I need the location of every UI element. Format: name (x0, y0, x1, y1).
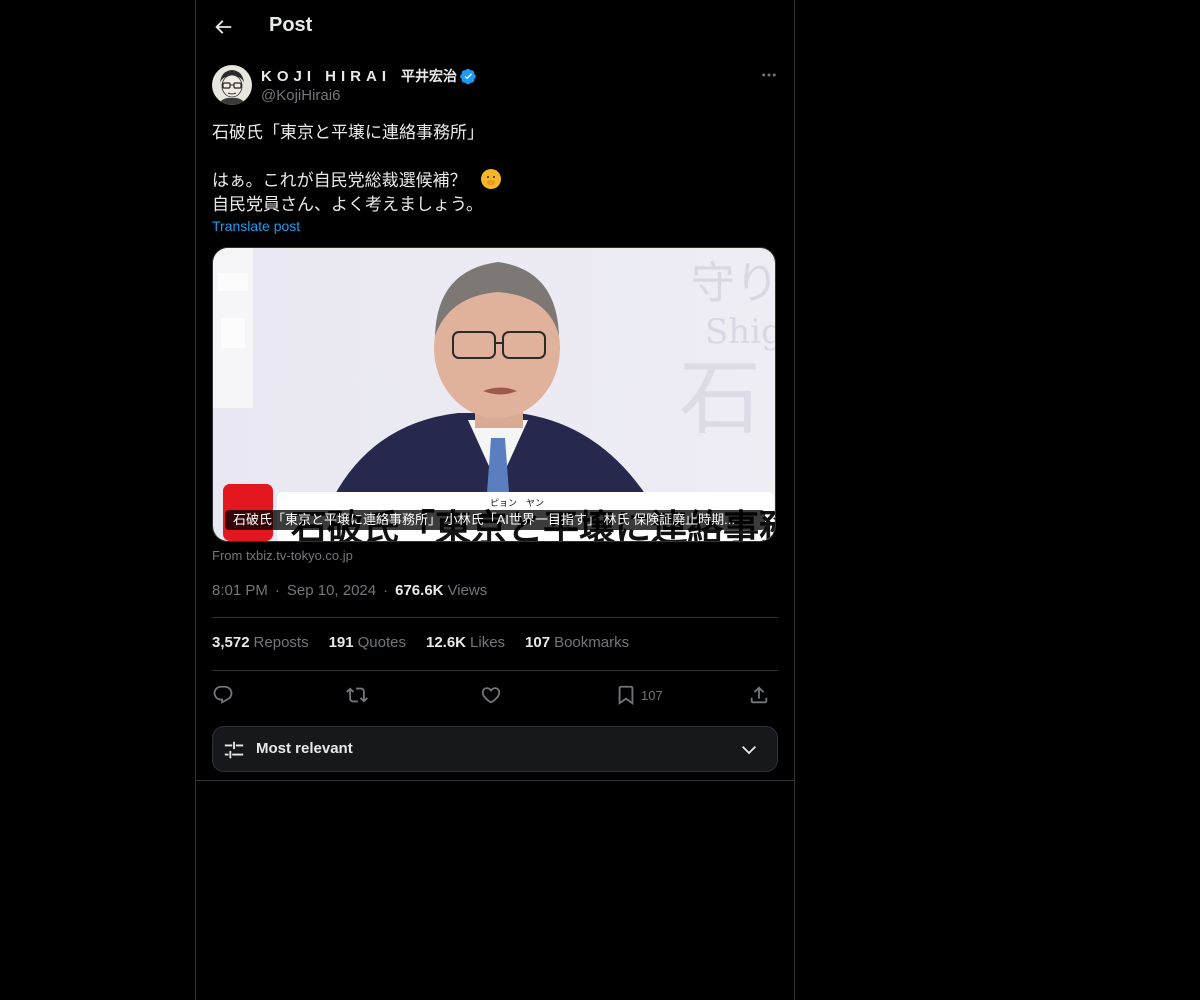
post-line: はぁ。これが自民党総裁選候補？ (212, 169, 772, 193)
meta-separator: · (274, 582, 280, 599)
post-date[interactable]: Sep 10, 2024 (287, 582, 376, 599)
author-display-name-jp[interactable]: 平井宏治 (401, 66, 457, 86)
svg-text:石: 石 (679, 351, 761, 446)
repost-button[interactable] (346, 684, 368, 706)
post-header: Post (196, 0, 794, 54)
post-line: 自民党員さん、よく考えましょう。 (212, 195, 483, 214)
back-arrow-icon[interactable] (212, 16, 234, 38)
reply-icon (213, 685, 233, 704)
stat-bookmarks[interactable]: 107 Bookmarks (525, 634, 629, 651)
meta-separator: · (383, 582, 389, 599)
repost-icon (346, 687, 368, 703)
post-meta: 8:01 PM · Sep 10, 2024 · 676.6K Views (212, 582, 487, 599)
main-column: Post KOJI HIRAI 平井宏治 @KojiHirai6 石破氏「東京と… (195, 0, 795, 1000)
share-icon (750, 686, 768, 704)
media-card[interactable]: 守り Shig 石 石破氏「東京と平壌に連絡事務所」 ピョン ヤン 石破氏「東京… (212, 247, 776, 542)
stat-reposts[interactable]: 3,572 Reposts (212, 634, 309, 651)
author-handle[interactable]: @KojiHirai6 (261, 87, 340, 104)
share-button[interactable] (748, 684, 770, 706)
media-caption: 石破氏「東京と平壌に連絡事務所」 小林氏「AI世界一目指す」 林氏 保険証廃止時… (225, 510, 765, 530)
post-line: 石破氏「東京と平壌に連絡事務所」 (212, 123, 484, 142)
bookmark-icon (618, 685, 634, 706)
stat-likes[interactable]: 12.6K Likes (426, 634, 505, 651)
news-video-thumbnail: 守り Shig 石 石破氏「東京と平壌に連絡事務所」 ピョン ヤン (213, 248, 776, 541)
face-with-hand-over-mouth-emoji-icon (480, 169, 501, 189)
sort-selected-value: Most relevant (256, 740, 353, 757)
svg-text:ヤン: ヤン (526, 499, 544, 509)
post-time[interactable]: 8:01 PM (212, 582, 268, 599)
media-source-link[interactable]: From txbiz.tv-tokyo.co.jp (212, 548, 353, 563)
author-name-row[interactable]: KOJI HIRAI 平井宏治 (261, 66, 477, 86)
post-text: 石破氏「東京と平壌に連絡事務所」 はぁ。これが自民党総裁選候補？ 自民党員さん、… (212, 121, 772, 217)
more-options-icon[interactable] (758, 66, 780, 84)
divider (196, 780, 794, 781)
svg-text:Shig: Shig (705, 312, 776, 352)
reply-button[interactable] (212, 684, 234, 706)
like-button[interactable] (480, 684, 502, 706)
heart-icon (481, 687, 501, 704)
svg-text:守り: 守り (691, 258, 776, 309)
bookmark-count: 107 (641, 687, 663, 703)
views-count: 676.6K (395, 582, 444, 599)
svg-text:ピョン: ピョン (490, 498, 517, 509)
verified-badge-icon (460, 68, 476, 84)
author-display-name[interactable]: KOJI HIRAI (261, 68, 391, 85)
post-line (212, 145, 772, 169)
reply-sort-dropdown[interactable]: Most relevant (212, 726, 778, 772)
bookmark-button[interactable]: 107 (615, 684, 663, 706)
page-title: Post (269, 14, 313, 36)
divider (212, 670, 778, 671)
chevron-down-icon (741, 745, 757, 755)
views-label: Views (447, 582, 488, 599)
avatar[interactable] (212, 65, 252, 105)
stat-quotes[interactable]: 191 Quotes (329, 634, 406, 651)
divider (212, 617, 778, 618)
post-line-text: はぁ。これが自民党総裁選候補？ (212, 171, 467, 190)
action-bar: 107 (212, 684, 778, 708)
engagement-stats: 3,572 Reposts 191 Quotes 12.6K Likes 107 Boo… (212, 634, 649, 651)
translate-post-link[interactable]: Translate post (212, 218, 300, 234)
sliders-icon (224, 741, 244, 759)
